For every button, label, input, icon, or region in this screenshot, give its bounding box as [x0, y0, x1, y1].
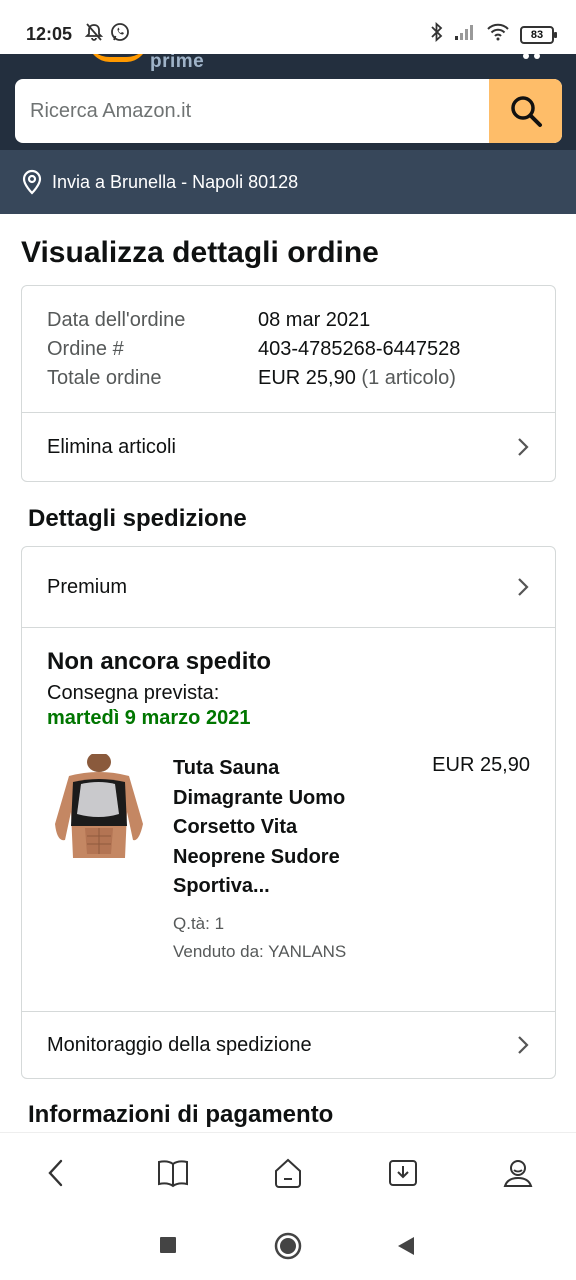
order-total-items: (1 articolo): [361, 367, 456, 389]
shipping-method-row[interactable]: Premium: [22, 547, 555, 627]
remove-items-row[interactable]: Elimina articoli: [22, 412, 555, 481]
order-total-row: Totale ordine EUR 25,90 (1 articolo): [47, 364, 530, 393]
order-info: Data dell'ordine 08 mar 2021 Ordine # 40…: [22, 286, 555, 412]
wifi-icon: [486, 23, 510, 46]
order-details-content: Visualizza dettagli ordine Data dell'ord…: [0, 214, 576, 1132]
product-quantity: Q.tà: 1: [173, 913, 225, 933]
app-header: prime: [0, 54, 576, 150]
order-date-row: Data dell'ordine 08 mar 2021: [47, 306, 530, 335]
arrow-left-icon: [48, 1159, 63, 1187]
product-info: Tuta Sauna Dimagrante Uomo Corsetto Vita…: [173, 754, 373, 966]
home-circle-icon[interactable]: [274, 1232, 302, 1260]
order-date-value: 08 mar 2021: [258, 309, 371, 331]
search-bar: [15, 79, 562, 143]
search-button[interactable]: [489, 79, 562, 143]
cart-icon[interactable]: [522, 54, 542, 66]
shipment-status: Non ancora spedito: [47, 648, 272, 675]
shipment-block: Non ancora spedito Consegna prevista: ma…: [22, 627, 555, 1011]
home-icon: [275, 1158, 301, 1188]
profile-icon: [503, 1160, 533, 1187]
signal-icon: [454, 23, 476, 46]
order-date-label: Data dell'ordine: [47, 309, 186, 331]
bookmarks-button[interactable]: [155, 1155, 191, 1191]
product-item: Tuta Sauna Dimagrante Uomo Corsetto Vita…: [47, 752, 530, 966]
page-title: Visualizza dettagli ordine: [21, 236, 379, 269]
shipping-card: Premium Non ancora spedito Consegna prev…: [21, 546, 556, 1079]
battery-indicator: 83: [520, 25, 557, 44]
order-total-label: Totale ordine: [47, 367, 162, 389]
download-icon: [389, 1160, 417, 1186]
tracking-label: Monitoraggio della spedizione: [47, 1033, 312, 1056]
product-image[interactable]: [47, 752, 151, 862]
status-bar: 12:05 83: [0, 0, 576, 54]
expected-delivery-date: martedì 9 marzo 2021: [47, 707, 251, 729]
order-number-value: 403-4785268-6447528: [258, 338, 461, 360]
order-number-row: Ordine # 403-4785268-6447528: [47, 335, 530, 364]
shipping-method-label: Premium: [47, 575, 128, 598]
whatsapp-icon: [110, 22, 130, 47]
remove-items-label: Elimina articoli: [47, 435, 176, 458]
search-icon: [510, 96, 542, 127]
status-time: 12:05: [26, 24, 73, 44]
back-triangle-icon[interactable]: [396, 1235, 416, 1257]
payment-section-title: Informazioni di pagamento: [28, 1101, 334, 1128]
status-right-icons: 83: [430, 21, 557, 47]
shipping-section-title: Dettagli spedizione: [28, 505, 247, 532]
order-total-amount: EUR 25,90: [258, 367, 356, 389]
recents-square-icon[interactable]: [159, 1236, 177, 1254]
status-left-icons: [84, 22, 130, 47]
android-nav-bar: [0, 1212, 576, 1280]
muted-bell-icon: [84, 22, 104, 47]
order-number-label: Ordine #: [47, 338, 124, 360]
deliver-to-text: Invia a Brunella - Napoli 80128: [52, 171, 299, 192]
bluetooth-icon: [430, 21, 444, 47]
profile-button[interactable]: [500, 1155, 536, 1191]
chevron-right-icon: [518, 1036, 529, 1054]
location-pin-icon: [22, 169, 42, 195]
downloads-button[interactable]: [385, 1155, 421, 1191]
browser-bottom-nav: [0, 1132, 576, 1212]
search-input[interactable]: [15, 79, 489, 143]
tracking-row[interactable]: Monitoraggio della spedizione: [22, 1011, 555, 1078]
order-total-value: EUR 25,90 (1 articolo): [258, 364, 456, 393]
chevron-right-icon: [518, 578, 529, 596]
back-button[interactable]: [38, 1155, 74, 1191]
prime-logo[interactable]: prime: [150, 54, 204, 73]
product-price: EUR 25,90: [432, 754, 530, 776]
product-meta: Q.tà: 1 Venduto da: YANLANS: [173, 910, 373, 966]
expected-delivery-label: Consegna prevista:: [47, 682, 220, 704]
logo-smile-icon: [88, 54, 148, 62]
book-icon: [158, 1160, 188, 1188]
deliver-to-bar[interactable]: Invia a Brunella - Napoli 80128: [0, 150, 576, 214]
product-seller: Venduto da: YANLANS: [173, 941, 347, 961]
home-button[interactable]: [270, 1155, 306, 1191]
product-title[interactable]: Tuta Sauna Dimagrante Uomo Corsetto Vita…: [173, 754, 373, 902]
order-summary-card: Data dell'ordine 08 mar 2021 Ordine # 40…: [21, 285, 556, 482]
chevron-right-icon: [518, 438, 529, 456]
